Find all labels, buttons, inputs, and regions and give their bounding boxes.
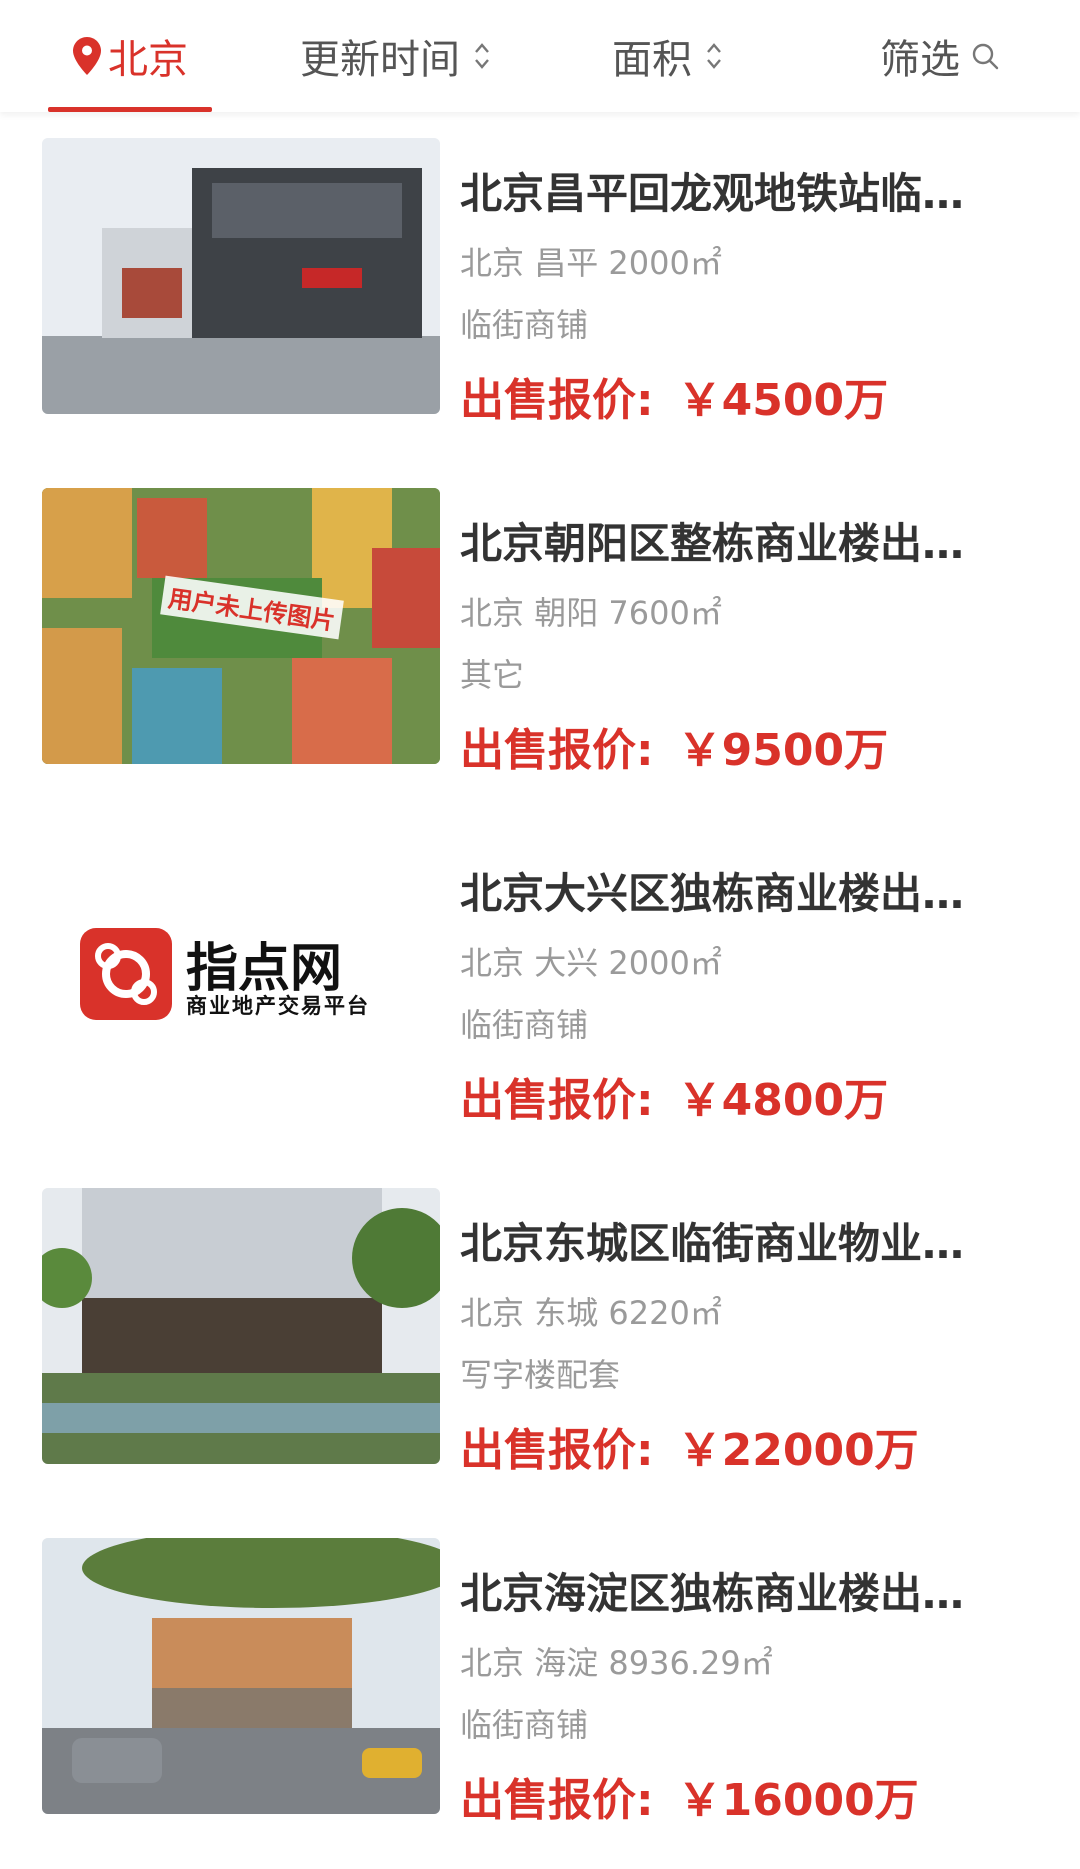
listing-title[interactable]: 北京海淀区独栋商业楼出… (460, 1560, 1000, 1621)
listing-card[interactable]: 北京海淀区独栋商业楼出… 北京 海淀 8936.29㎡ 临街商铺 出售报价: ￥1… (0, 1538, 1080, 1826)
listing-meta: 北京 昌平 2000㎡ (460, 238, 722, 284)
listing-price: 出售报价: ￥9500万 (460, 714, 888, 778)
price-value: ￥4500万 (677, 375, 889, 426)
listing-photo[interactable]: 指点网 商业地产交易平台 (42, 838, 440, 1114)
placeholder-town-image (42, 488, 440, 764)
listing-price: 出售报价: ￥16000万 (460, 1764, 919, 1828)
listing-city: 北京 (460, 1644, 525, 1682)
sort-updown-icon (475, 43, 489, 69)
listing-photo[interactable] (42, 138, 440, 414)
listing-price: 出售报价: ￥22000万 (460, 1414, 919, 1478)
listing-photo[interactable]: 用户未上传图片 (42, 488, 440, 764)
search-icon (972, 43, 999, 70)
listing-area: 2000㎡ (608, 944, 722, 982)
price-label: 出售报价: (460, 1425, 654, 1476)
price-value: ￥16000万 (677, 1775, 919, 1826)
location-pin-icon (73, 37, 101, 75)
filter-bar: 北京 更新时间 面积 筛选 (0, 0, 1080, 112)
city-label: 北京 (108, 37, 188, 83)
price-value: ￥22000万 (677, 1425, 919, 1476)
listing-type: 其它 (460, 656, 525, 694)
listing-title[interactable]: 北京大兴区独栋商业楼出… (460, 860, 1000, 921)
platform-logo: 指点网 商业地产交易平台 (78, 926, 418, 1026)
listing-meta: 北京 大兴 2000㎡ (460, 938, 722, 984)
listing-district: 朝阳 (534, 594, 599, 632)
filter-label: 筛选 (880, 37, 960, 83)
listing-area: 6220㎡ (608, 1294, 722, 1332)
price-label: 出售报价: (460, 1075, 654, 1126)
listing-area: 2000㎡ (608, 244, 722, 282)
listing-city: 北京 (460, 244, 525, 282)
listing-card[interactable]: 北京东城区临街商业物业… 北京 东城 6220㎡ 写字楼配套 出售报价: ￥220… (0, 1188, 1080, 1476)
sort-update-time-tab[interactable]: 更新时间 (300, 0, 492, 112)
price-value: ￥9500万 (677, 725, 889, 776)
listing-district: 东城 (534, 1294, 599, 1332)
listing-type: 临街商铺 (460, 1006, 589, 1044)
listing-card[interactable]: 北京昌平回龙观地铁站临… 北京 昌平 2000㎡ 临街商铺 出售报价: ￥4500… (0, 138, 1080, 426)
street-building-photo (42, 1538, 440, 1814)
storefront-photo (42, 138, 440, 414)
filter-tab[interactable]: 筛选 (880, 0, 1000, 112)
listing-photo[interactable] (42, 1188, 440, 1464)
listing-type: 临街商铺 (460, 1706, 589, 1744)
listing-type: 临街商铺 (460, 306, 589, 344)
listing-city: 北京 (460, 944, 525, 982)
price-value: ￥4800万 (677, 1075, 889, 1126)
listing-title[interactable]: 北京昌平回龙观地铁站临… (460, 160, 1000, 221)
price-label: 出售报价: (460, 375, 654, 426)
listing-city: 北京 (460, 594, 525, 632)
price-label: 出售报价: (460, 1775, 654, 1826)
sort-area-tab[interactable]: 面积 (612, 0, 724, 112)
listing-meta: 北京 海淀 8936.29㎡ (460, 1638, 773, 1684)
price-label: 出售报价: (460, 725, 654, 776)
listing-title[interactable]: 北京东城区临街商业物业… (460, 1210, 1000, 1271)
logo-mark-icon (80, 928, 172, 1020)
listing-price: 出售报价: ￥4500万 (460, 364, 888, 428)
listing-meta: 北京 东城 6220㎡ (460, 1288, 722, 1334)
active-tab-indicator (48, 107, 212, 112)
listing-card[interactable]: 指点网 商业地产交易平台 北京大兴区独栋商业楼出… 北京 大兴 2000㎡ 临街… (0, 838, 1080, 1126)
office-building-photo (42, 1188, 440, 1464)
listing-meta: 北京 朝阳 7600㎡ (460, 588, 722, 634)
listing-title[interactable]: 北京朝阳区整栋商业楼出… (460, 510, 1000, 571)
city-tab[interactable]: 北京 (48, 0, 212, 112)
sort-update-time-label: 更新时间 (300, 37, 460, 83)
listing-district: 大兴 (534, 944, 599, 982)
listing-area: 7600㎡ (608, 594, 722, 632)
sort-area-label: 面积 (612, 37, 692, 83)
logo-subtitle: 商业地产交易平台 (186, 994, 370, 1018)
listing-type: 写字楼配套 (460, 1356, 621, 1394)
listing-district: 昌平 (534, 244, 599, 282)
listing-price: 出售报价: ￥4800万 (460, 1064, 888, 1128)
sort-updown-icon (707, 43, 721, 69)
listing-area: 8936.29㎡ (608, 1644, 773, 1682)
listing-card[interactable]: 用户未上传图片 北京朝阳区整栋商业楼出… 北京 朝阳 7600㎡ 其它 出售报价… (0, 488, 1080, 776)
listing-city: 北京 (460, 1294, 525, 1332)
listing-district: 海淀 (534, 1644, 599, 1682)
listing-photo[interactable] (42, 1538, 440, 1814)
